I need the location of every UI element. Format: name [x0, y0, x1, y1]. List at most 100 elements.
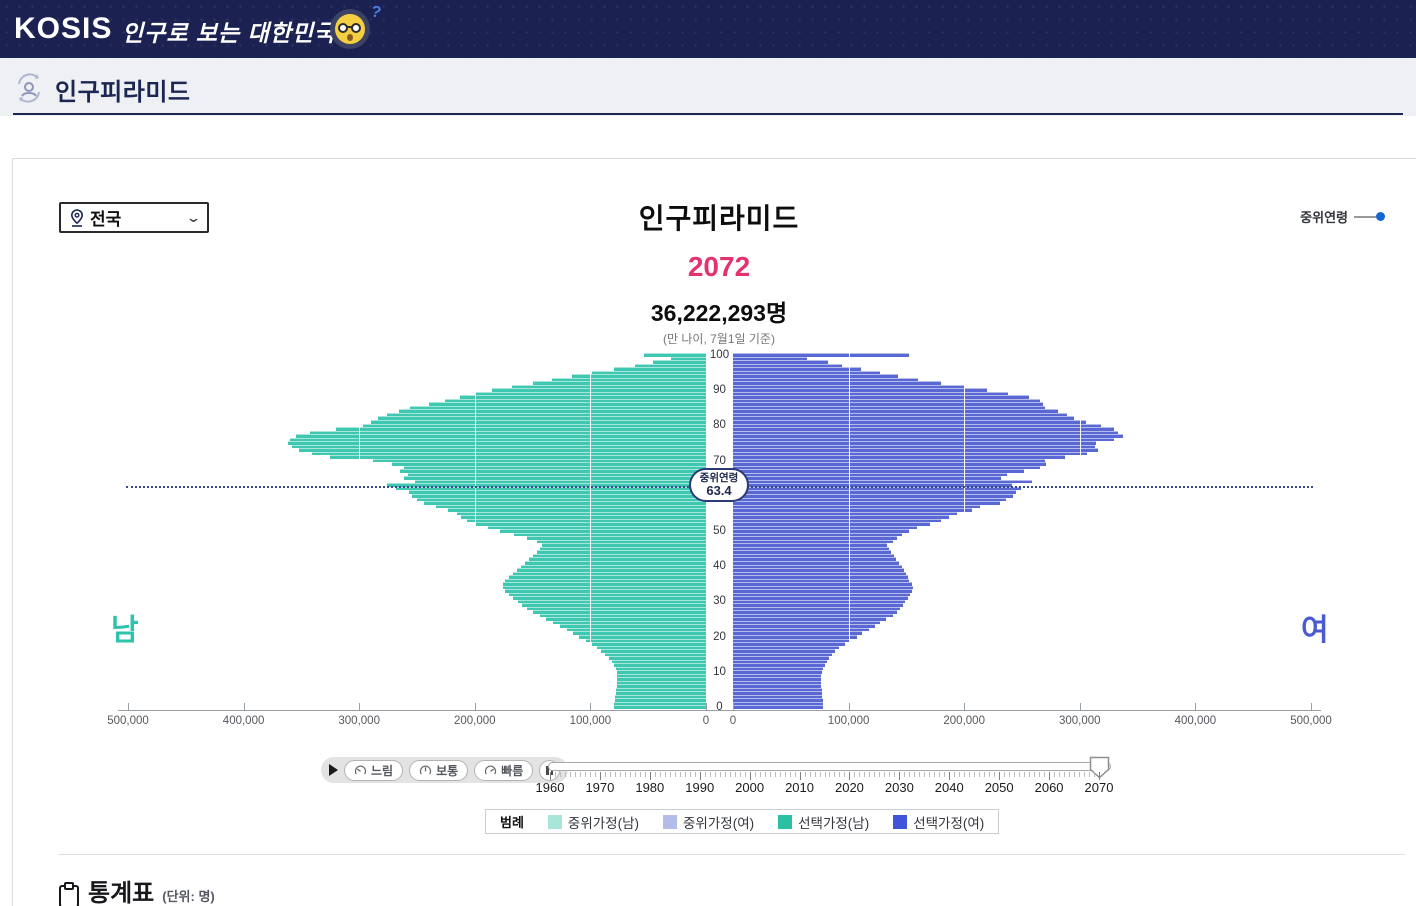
pyramid-bar-female-age-89 — [733, 391, 1009, 396]
age-tick-label: 100 — [709, 348, 730, 361]
pyramid-bar-male-age-65 — [404, 476, 706, 480]
timeline-year-label: 1980 — [635, 780, 665, 795]
median-age-legend-line — [1354, 215, 1376, 218]
pyramid-bar-female-age-83 — [733, 412, 1068, 417]
timeline-tick — [984, 772, 986, 777]
pyramid-bar-female-age-15 — [733, 652, 832, 657]
timeline-tick — [599, 772, 601, 780]
pyramid-bar-female-age-52 — [733, 522, 930, 526]
header-divider — [13, 113, 1403, 115]
pyramid-bar-male-age-28 — [527, 606, 706, 611]
x-axis-label: 200,000 — [943, 715, 985, 727]
nerd-face-emoji-icon: ? — [330, 3, 383, 49]
timeline-tick — [864, 772, 866, 777]
pyramid-bar-female-age-44 — [733, 550, 892, 554]
timeline-tick — [989, 772, 991, 777]
timeline-year-label: 1970 — [585, 780, 615, 795]
timeline-tick — [909, 772, 911, 777]
pyramid-bar-male-age-60 — [412, 494, 706, 498]
pyramid-bar-female-age-51 — [733, 525, 917, 530]
timeline-tick — [614, 772, 616, 777]
pyramid-bar-male-age-18 — [591, 642, 706, 646]
timeline-tick — [1029, 772, 1031, 777]
timeline-tick — [834, 772, 836, 777]
timeline-tick — [714, 772, 716, 777]
play-button[interactable] — [329, 764, 338, 776]
timeline-tick — [1084, 772, 1086, 777]
pyramid-bar-male-age-15 — [605, 652, 706, 657]
timeline-tick — [879, 772, 881, 777]
pyramid-bar-female-age-37 — [733, 575, 908, 579]
section-divider — [58, 854, 1405, 855]
kosis-population-pyramid-page: KOSIS 인구로 보는 대한민국 ? 인구피라미드 전국 ⌄ 인구피라미드 2… — [0, 0, 1416, 906]
pyramid-bar-male-age-70 — [373, 458, 706, 463]
timeline-tick — [594, 772, 596, 777]
pyramid-bar-male-age-38 — [512, 571, 706, 576]
speed-fast-button[interactable]: 빠름 — [474, 759, 534, 781]
pyramid-bar-female-age-35 — [733, 582, 912, 586]
timeline-slider-track[interactable] — [548, 762, 1111, 771]
x-axis-tick — [706, 703, 707, 710]
pyramid-bar-male-age-19 — [585, 638, 706, 643]
pyramid-bar-male-age-22 — [566, 627, 706, 632]
pyramid-bar-female-age-72 — [733, 451, 1087, 456]
timeline-tick — [1099, 772, 1100, 780]
chart-note: (만 나이, 7월1일 기준) — [663, 332, 775, 346]
pyramid-bar-male-age-77 — [295, 434, 706, 438]
x-axis-label: 500,000 — [107, 715, 149, 727]
timeline-tick — [604, 772, 606, 777]
timeline-year-label: 2040 — [934, 780, 964, 795]
chart-total-population: 36,222,293명 — [650, 300, 788, 326]
speed-normal-button[interactable]: 보통 — [409, 759, 469, 781]
timeline-tick — [939, 772, 941, 777]
x-axis-tick — [1195, 703, 1197, 710]
timeline-tick — [704, 772, 706, 777]
pyramid-bar-female-age-28 — [733, 606, 901, 611]
timeline-tick — [639, 772, 641, 777]
pyramid-bar-male-age-53 — [466, 518, 706, 523]
pyramid-bar-female-age-77 — [733, 434, 1123, 438]
kosis-logo[interactable]: KOSIS — [14, 12, 112, 46]
pyramid-bar-female-age-88 — [733, 395, 1029, 399]
pyramid-bar-female-age-25 — [733, 617, 887, 621]
age-tick-label: 10 — [713, 665, 726, 678]
timeline-tick — [749, 772, 751, 780]
pyramid-bar-male-age-51 — [487, 525, 706, 530]
pyramid-bar-female-age-38 — [733, 571, 906, 576]
timeline-year-label: 2060 — [1034, 780, 1064, 795]
legend-label: 선택가정(여) — [913, 815, 985, 831]
pyramid-bar-male-age-71 — [330, 455, 706, 459]
timeline-tick — [569, 772, 571, 777]
pyramid-bar-male-age-82 — [377, 416, 706, 420]
pyramid-bar-female-age-90 — [733, 388, 988, 392]
speed-slow-button[interactable]: 느림 — [344, 759, 404, 781]
help-question-mark: ? — [369, 3, 383, 22]
pyramid-bar-male-age-68 — [404, 465, 706, 470]
timeline-tick — [974, 772, 976, 777]
pyramid-bar-male-age-14 — [608, 656, 706, 660]
clipboard-icon — [59, 882, 79, 906]
timeline-tick — [634, 772, 636, 777]
chart-gridline — [474, 353, 476, 709]
pyramid-bar-female-age-100 — [733, 353, 909, 357]
pyramid-bar-female-age-3 — [733, 694, 823, 699]
timeline-tick — [550, 772, 551, 780]
timeline-tick — [584, 772, 586, 777]
timeline-tick — [789, 772, 791, 777]
median-age-badge: 중위연령 63.4 — [689, 468, 749, 502]
page-header: 인구피라미드 — [0, 58, 1416, 116]
pyramid-bar-female-age-21 — [733, 631, 863, 635]
timeline-year-label: 2000 — [735, 780, 765, 795]
x-axis-label: 0 — [729, 715, 737, 727]
x-axis-tick — [964, 703, 966, 710]
gauge-icon — [419, 765, 432, 775]
region-select[interactable]: 전국 ⌄ — [59, 202, 209, 233]
page-title: 인구피라미드 — [55, 79, 191, 106]
pyramid-bar-male-age-72 — [311, 451, 706, 456]
x-axis-label: 100,000 — [569, 715, 612, 727]
pyramid-bar-female-age-73 — [733, 448, 1099, 452]
timeline-tick — [1039, 772, 1041, 777]
timeline-tick — [574, 772, 576, 777]
timeline-tick — [1074, 772, 1076, 777]
chart-gridline — [243, 353, 245, 709]
